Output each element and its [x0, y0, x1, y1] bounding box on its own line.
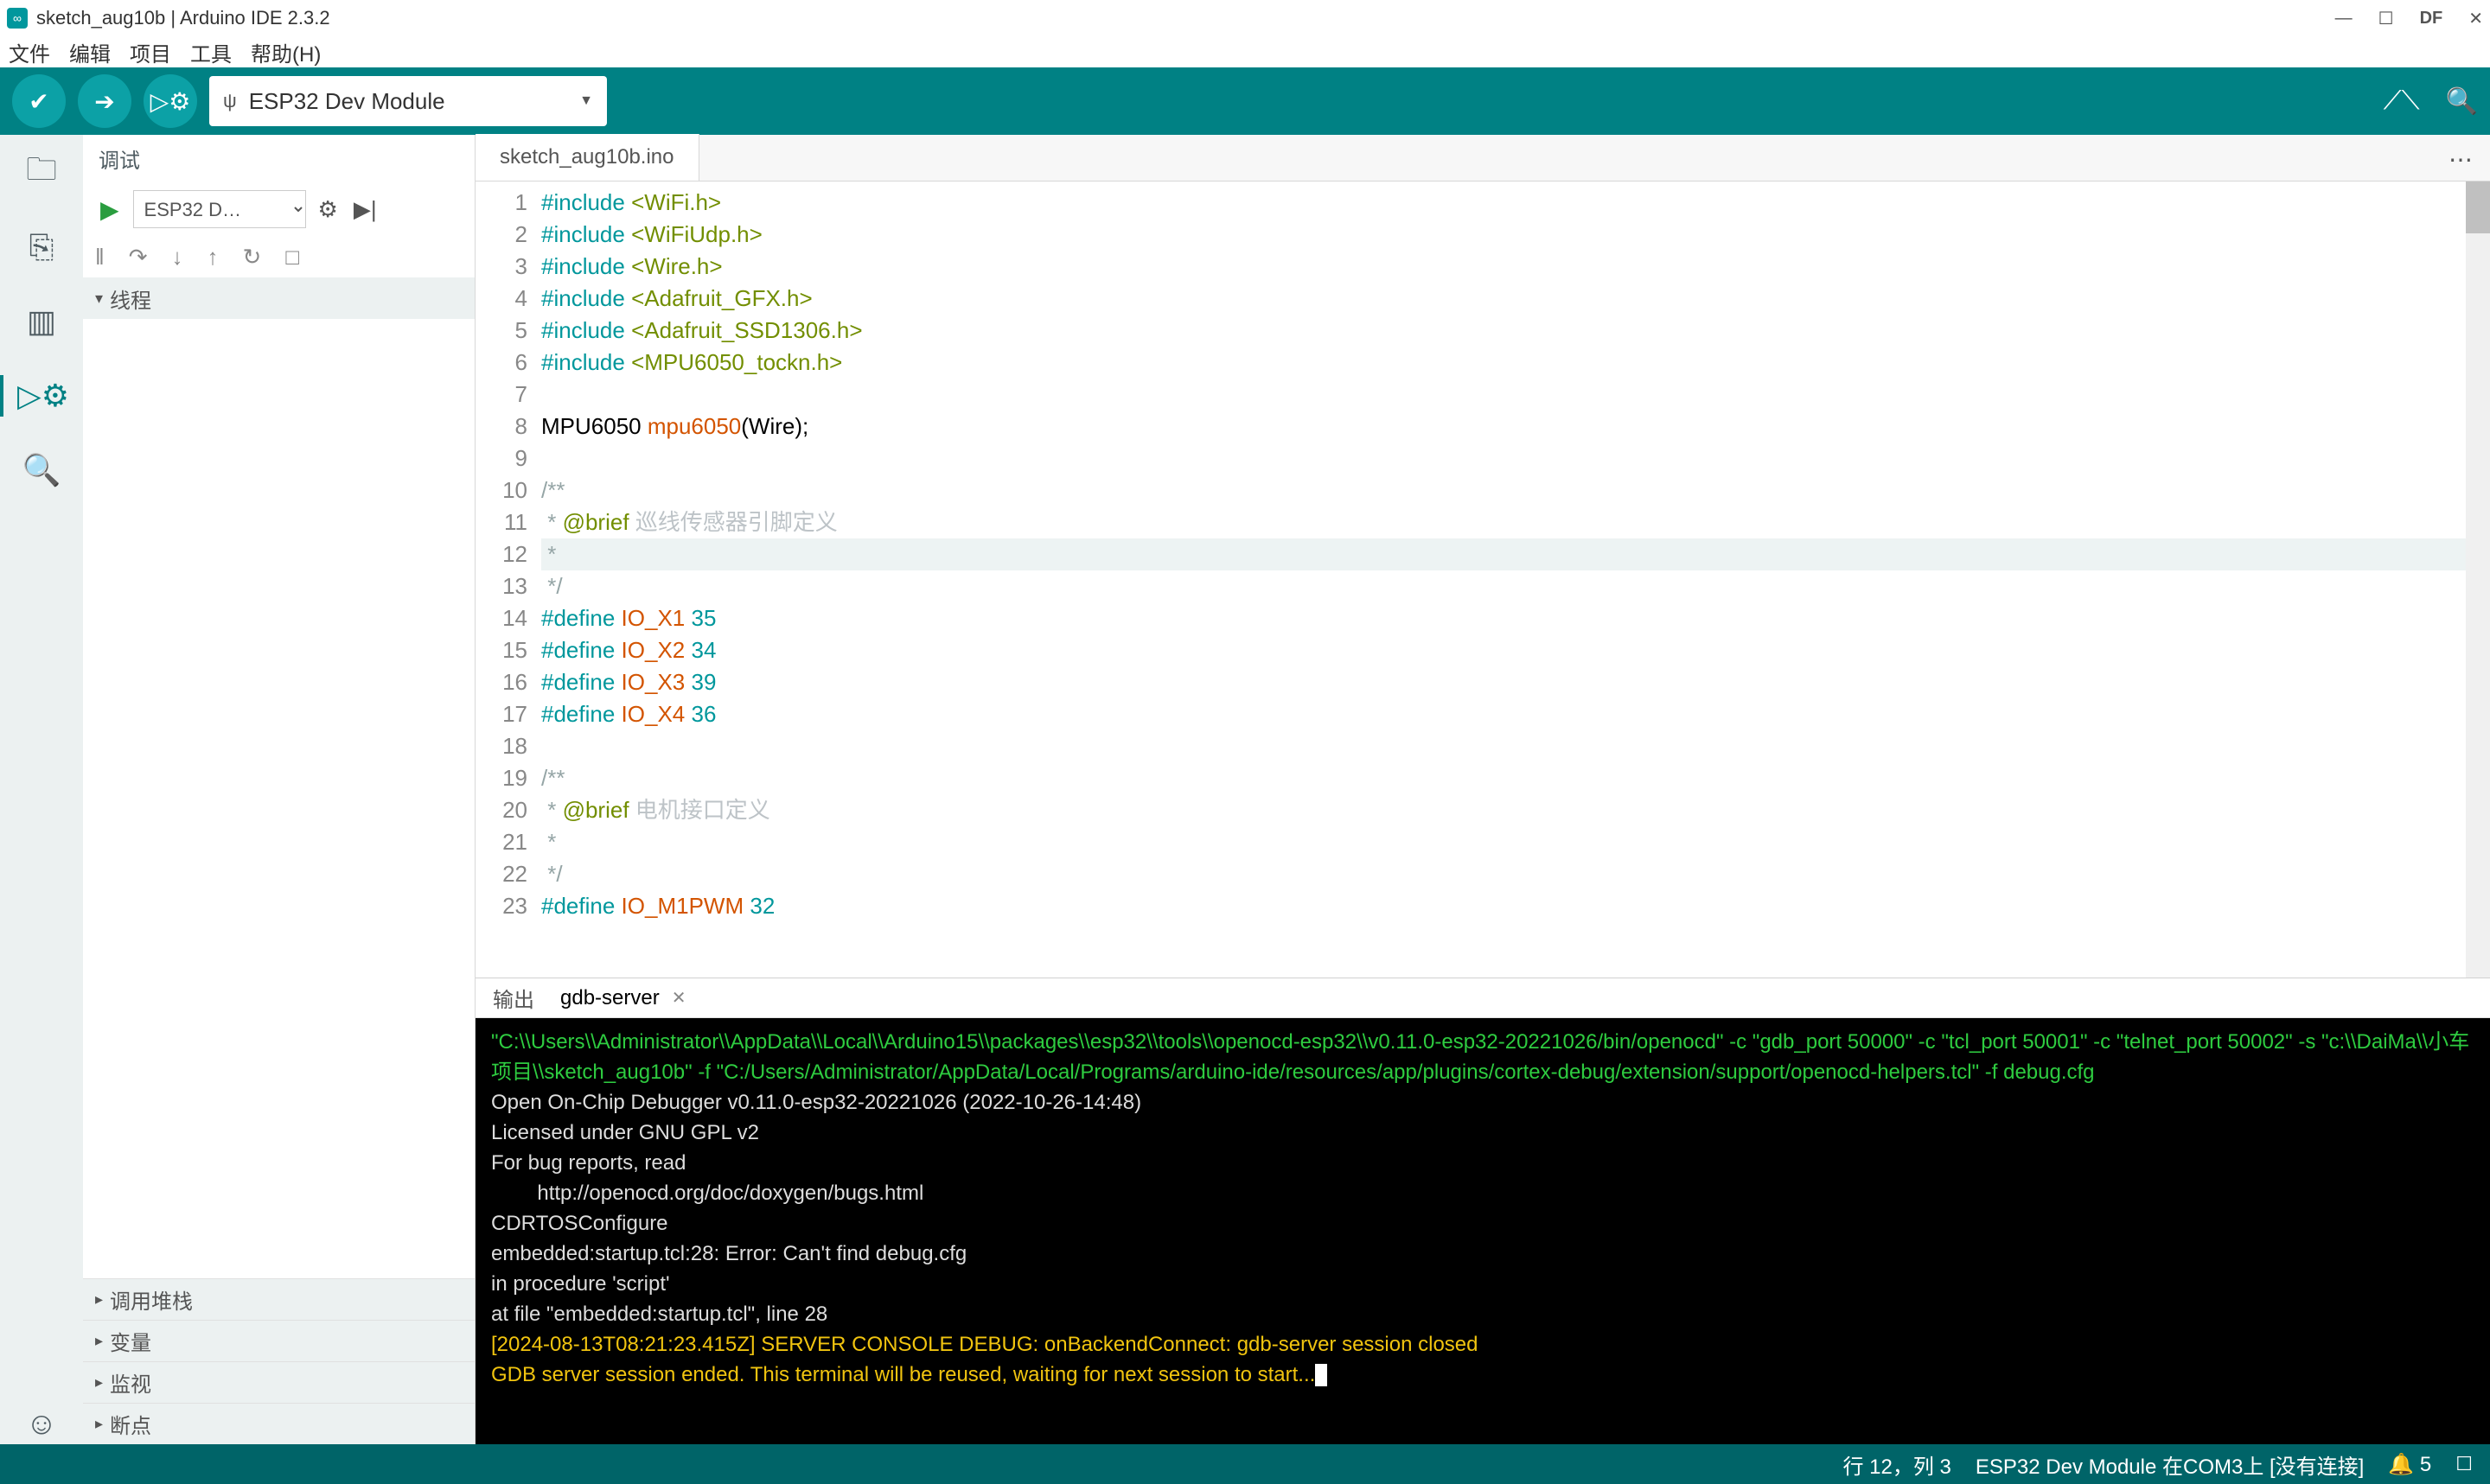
close-terminal-tab-icon[interactable]: ✕ — [672, 987, 686, 1009]
chevron-right-icon: ▸ — [95, 1415, 103, 1433]
debug-config-select[interactable]: ESP32 D… — [133, 190, 306, 228]
sketchbook-icon[interactable]: 🗀 — [21, 152, 62, 194]
scrollbar-thumb[interactable] — [2466, 182, 2490, 233]
main: 🗀 ⎘ ▥ ▷⚙ 🔍 ☺ 调试 ▶ ESP32 D… ⚙ ▶| ‖ ↷ ↓ ↑ … — [0, 135, 2490, 1444]
chevron-down-icon: ▼ — [579, 93, 593, 109]
section-variables[interactable]: ▸变量 — [83, 1320, 475, 1361]
maximize-icon[interactable]: ☐ — [2378, 8, 2394, 29]
menu-tools[interactable]: 工具 — [190, 37, 232, 67]
scrollbar-track[interactable] — [2466, 182, 2490, 978]
section-callstack[interactable]: ▸调用堆栈 — [83, 1278, 475, 1320]
verify-button[interactable]: ✔ — [12, 74, 66, 128]
terminal-panel: 输出 gdb-server ✕ "C:\\Users\\Administrato… — [476, 978, 2490, 1444]
toolbar: ✔ ➔ ▷⚙ ψ ESP32 Dev Module ▼ ⟋⟍ 🔍 — [0, 67, 2490, 135]
start-debug-button[interactable]: ▶ — [95, 195, 124, 224]
menu-file[interactable]: 文件 — [9, 37, 50, 67]
section-breakpoints[interactable]: ▸断点 — [83, 1403, 475, 1444]
boards-manager-icon[interactable]: ⎘ — [21, 226, 62, 268]
app-logo-icon: ∞ — [7, 8, 28, 29]
terminal-body[interactable]: "C:\\Users\\Administrator\\AppData\\Loca… — [476, 1018, 2490, 1444]
account-icon[interactable]: ☺ — [21, 1403, 62, 1444]
close-icon[interactable]: ✕ — [2468, 8, 2483, 29]
chevron-right-icon: ▸ — [95, 1290, 103, 1309]
chevron-down-icon: ▾ — [95, 290, 103, 308]
window-controls: — ☐ DF ✕ — [2335, 8, 2483, 29]
debug-panel: 调试 ▶ ESP32 D… ⚙ ▶| ‖ ↷ ↓ ↑ ↻ □ ▾线程 ▸调用堆栈… — [83, 135, 476, 1444]
terminal-tabs: 输出 gdb-server ✕ — [476, 978, 2490, 1018]
debug-controls: ▶ ESP32 D… ⚙ ▶| — [83, 182, 475, 237]
restart-icon[interactable]: ↻ — [243, 244, 262, 271]
tab-gdb-server[interactable]: gdb-server — [560, 986, 660, 1010]
upload-button[interactable]: ➔ — [78, 74, 131, 128]
editor-area: sketch_aug10b.ino ⋯ 12345678910111213141… — [476, 135, 2490, 1444]
search-icon[interactable]: 🔍 — [21, 449, 62, 491]
code-content[interactable]: #include <WiFi.h> #include <WiFiUdp.h> #… — [541, 182, 2490, 978]
debug-console-icon[interactable]: ▶| — [350, 193, 380, 226]
menu-help[interactable]: 帮助(H) — [251, 37, 321, 67]
line-gutter: 1234567891011121314151617181920212223 — [476, 182, 541, 978]
titlebar: ∞ sketch_aug10b | Arduino IDE 2.3.2 — ☐ … — [0, 0, 2490, 36]
serial-monitor-icon[interactable]: 🔍 — [2446, 86, 2478, 117]
section-watch[interactable]: ▸监视 — [83, 1361, 475, 1403]
serial-plotter-icon[interactable]: ⟋⟍ — [2384, 86, 2420, 116]
cursor-position[interactable]: 行 12，列 3 — [1842, 1449, 1950, 1480]
tab-sketch[interactable]: sketch_aug10b.ino — [476, 134, 699, 181]
more-icon[interactable]: ⋯ — [2448, 145, 2473, 174]
gear-icon[interactable]: ⚙ — [315, 193, 342, 226]
menu-sketch[interactable]: 项目 — [130, 37, 171, 67]
notifications-icon[interactable]: 🔔 5 — [2388, 1452, 2431, 1477]
code-editor[interactable]: 1234567891011121314151617181920212223 #i… — [476, 182, 2490, 978]
df-badge: DF — [2420, 9, 2443, 29]
pause-icon[interactable]: ‖ — [95, 244, 105, 271]
tab-output[interactable]: 输出 — [493, 983, 534, 1013]
minimize-icon[interactable]: — — [2335, 9, 2353, 29]
step-out-icon[interactable]: ↑ — [208, 244, 219, 271]
menubar: 文件 编辑 项目 工具 帮助(H) — [0, 36, 2490, 67]
board-selector[interactable]: ψ ESP32 Dev Module ▼ — [209, 76, 607, 126]
step-into-icon[interactable]: ↓ — [172, 244, 183, 271]
section-threads[interactable]: ▾线程 — [83, 277, 475, 319]
close-panel-icon[interactable]: ☐ — [2455, 1453, 2473, 1475]
debug-button[interactable]: ▷⚙ — [144, 74, 197, 128]
chevron-right-icon: ▸ — [95, 1332, 103, 1350]
step-over-icon[interactable]: ↷ — [129, 244, 148, 271]
stop-icon[interactable]: □ — [285, 244, 299, 271]
chevron-right-icon: ▸ — [95, 1373, 103, 1392]
editor-tabs: sketch_aug10b.ino ⋯ — [476, 135, 2490, 182]
menu-edit[interactable]: 编辑 — [69, 37, 111, 67]
debug-panel-title: 调试 — [83, 135, 475, 182]
window-title: sketch_aug10b | Arduino IDE 2.3.2 — [36, 7, 2335, 29]
usb-icon: ψ — [223, 90, 237, 112]
library-manager-icon[interactable]: ▥ — [21, 301, 62, 342]
debug-view-icon[interactable]: ▷⚙ — [0, 375, 83, 417]
activity-bar: 🗀 ⎘ ▥ ▷⚙ 🔍 ☺ — [0, 135, 83, 1444]
board-name: ESP32 Dev Module — [249, 88, 445, 115]
debug-step-row: ‖ ↷ ↓ ↑ ↻ □ — [83, 237, 475, 277]
statusbar: 行 12，列 3 ESP32 Dev Module 在COM3上 [没有连接] … — [0, 1444, 2490, 1484]
board-status[interactable]: ESP32 Dev Module 在COM3上 [没有连接] — [1976, 1449, 2364, 1480]
